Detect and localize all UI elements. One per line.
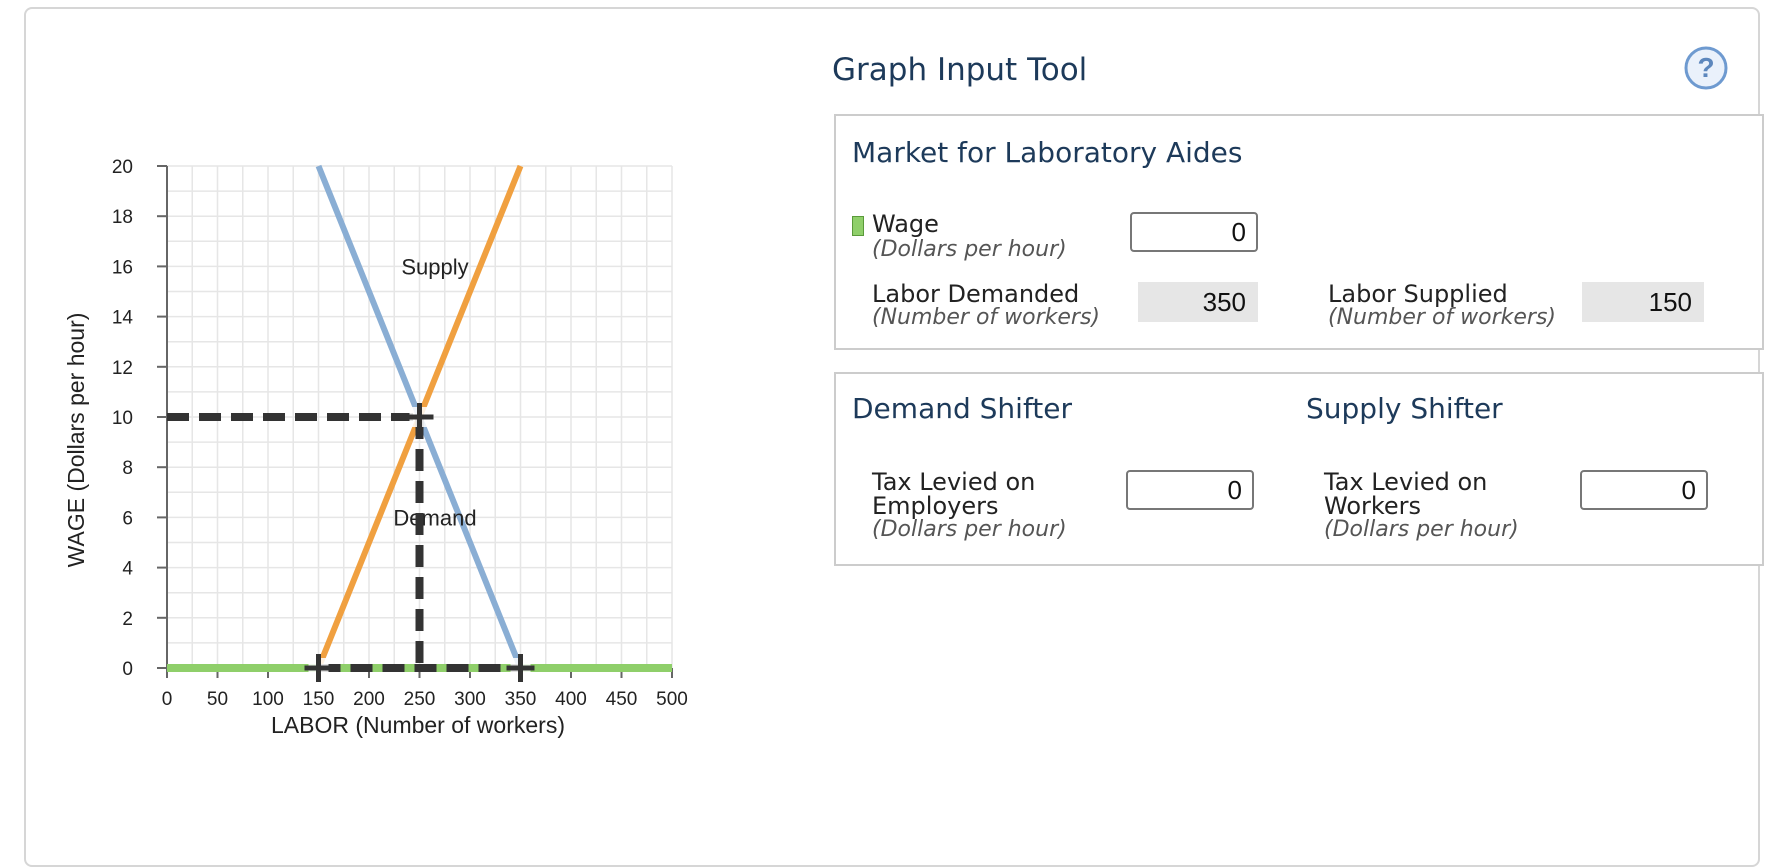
question-circle-icon[interactable]: ?: [1683, 45, 1729, 91]
wage-input[interactable]: [1130, 212, 1258, 252]
demand-tax-label-line1: Tax Levied on: [872, 468, 1036, 496]
demand-shifter-heading: Demand Shifter: [852, 392, 1073, 425]
demand-tax-input[interactable]: [1126, 470, 1254, 510]
labor-demanded-value: 350: [1138, 282, 1258, 322]
supply-tax-label-line2: Workers: [1324, 492, 1422, 520]
tick-labels: 024681012141618200 50 100 150 200 250 300 350 40…: [112, 157, 688, 710]
x-tick-label: 500: [656, 689, 688, 710]
shifter-panel: Demand Shifter Tax Levied on Employers (…: [834, 372, 1764, 566]
x-tick-label: 400: [555, 689, 587, 710]
plus-marker-icon[interactable]: [506, 654, 535, 682]
demand-curve-label: Demand: [393, 505, 476, 530]
y-tick-label: 8: [122, 458, 133, 479]
x-tick-label: 50: [207, 689, 228, 710]
x-tick-label: 300: [454, 689, 486, 710]
demand-tax-unit: (Dollars per hour): [872, 517, 1067, 542]
supply-tax-input[interactable]: [1580, 470, 1708, 510]
y-tick-label: 16: [112, 257, 133, 278]
y-tick-label: 10: [112, 408, 133, 429]
wage-unit: (Dollars per hour): [872, 237, 1067, 262]
y-tick-label: 18: [112, 207, 133, 228]
x-axis-label: LABOR (Number of workers): [271, 712, 565, 738]
supply-curve-label: Supply: [401, 254, 468, 279]
x-tick-label: 450: [606, 689, 638, 710]
wage-label: Wage: [872, 210, 939, 238]
svg-text:?: ?: [1697, 52, 1714, 83]
labor-demanded-label: Labor Demanded: [872, 280, 1080, 308]
market-heading: Market for Laboratory Aides: [852, 136, 1243, 169]
labor-market-graph[interactable]: 024681012141618200 50 100 150 200 250 300 350 40…: [0, 0, 830, 760]
demand-tax-label-line2: Employers: [872, 492, 999, 520]
labor-supplied-label: Labor Supplied: [1328, 280, 1508, 308]
x-tick-label: 200: [353, 689, 385, 710]
y-tick-label: 12: [112, 358, 133, 379]
labor-supplied-unit: (Number of workers): [1328, 305, 1557, 330]
labor-supplied-value: 150: [1582, 282, 1704, 322]
tool-title: Graph Input Tool: [832, 52, 1088, 88]
market-panel: Market for Laboratory Aides Wage (Dollar…: [834, 114, 1764, 350]
labor-demanded-unit: (Number of workers): [872, 305, 1101, 330]
x-tick-label: 350: [505, 689, 537, 710]
y-tick-label: 2: [122, 609, 133, 630]
supply-tax-unit: (Dollars per hour): [1324, 517, 1519, 542]
x-tick-label: 0: [162, 689, 173, 710]
y-tick-label: 6: [122, 508, 133, 529]
supply-tax-label-line1: Tax Levied on: [1324, 468, 1488, 496]
wage-swatch: [852, 216, 864, 236]
x-tick-label: 100: [252, 689, 284, 710]
plus-marker-icon[interactable]: [405, 403, 434, 431]
y-tick-label: 20: [112, 157, 133, 178]
plus-marker-icon[interactable]: [304, 654, 333, 682]
x-tick-label: 150: [303, 689, 335, 710]
supply-shifter-heading: Supply Shifter: [1306, 392, 1503, 425]
x-tick-label: 250: [404, 689, 436, 710]
y-tick-label: 4: [122, 559, 133, 580]
y-tick-label: 0: [122, 659, 133, 680]
y-axis-label: WAGE (Dollars per hour): [63, 313, 89, 568]
y-tick-label: 14: [112, 308, 134, 329]
